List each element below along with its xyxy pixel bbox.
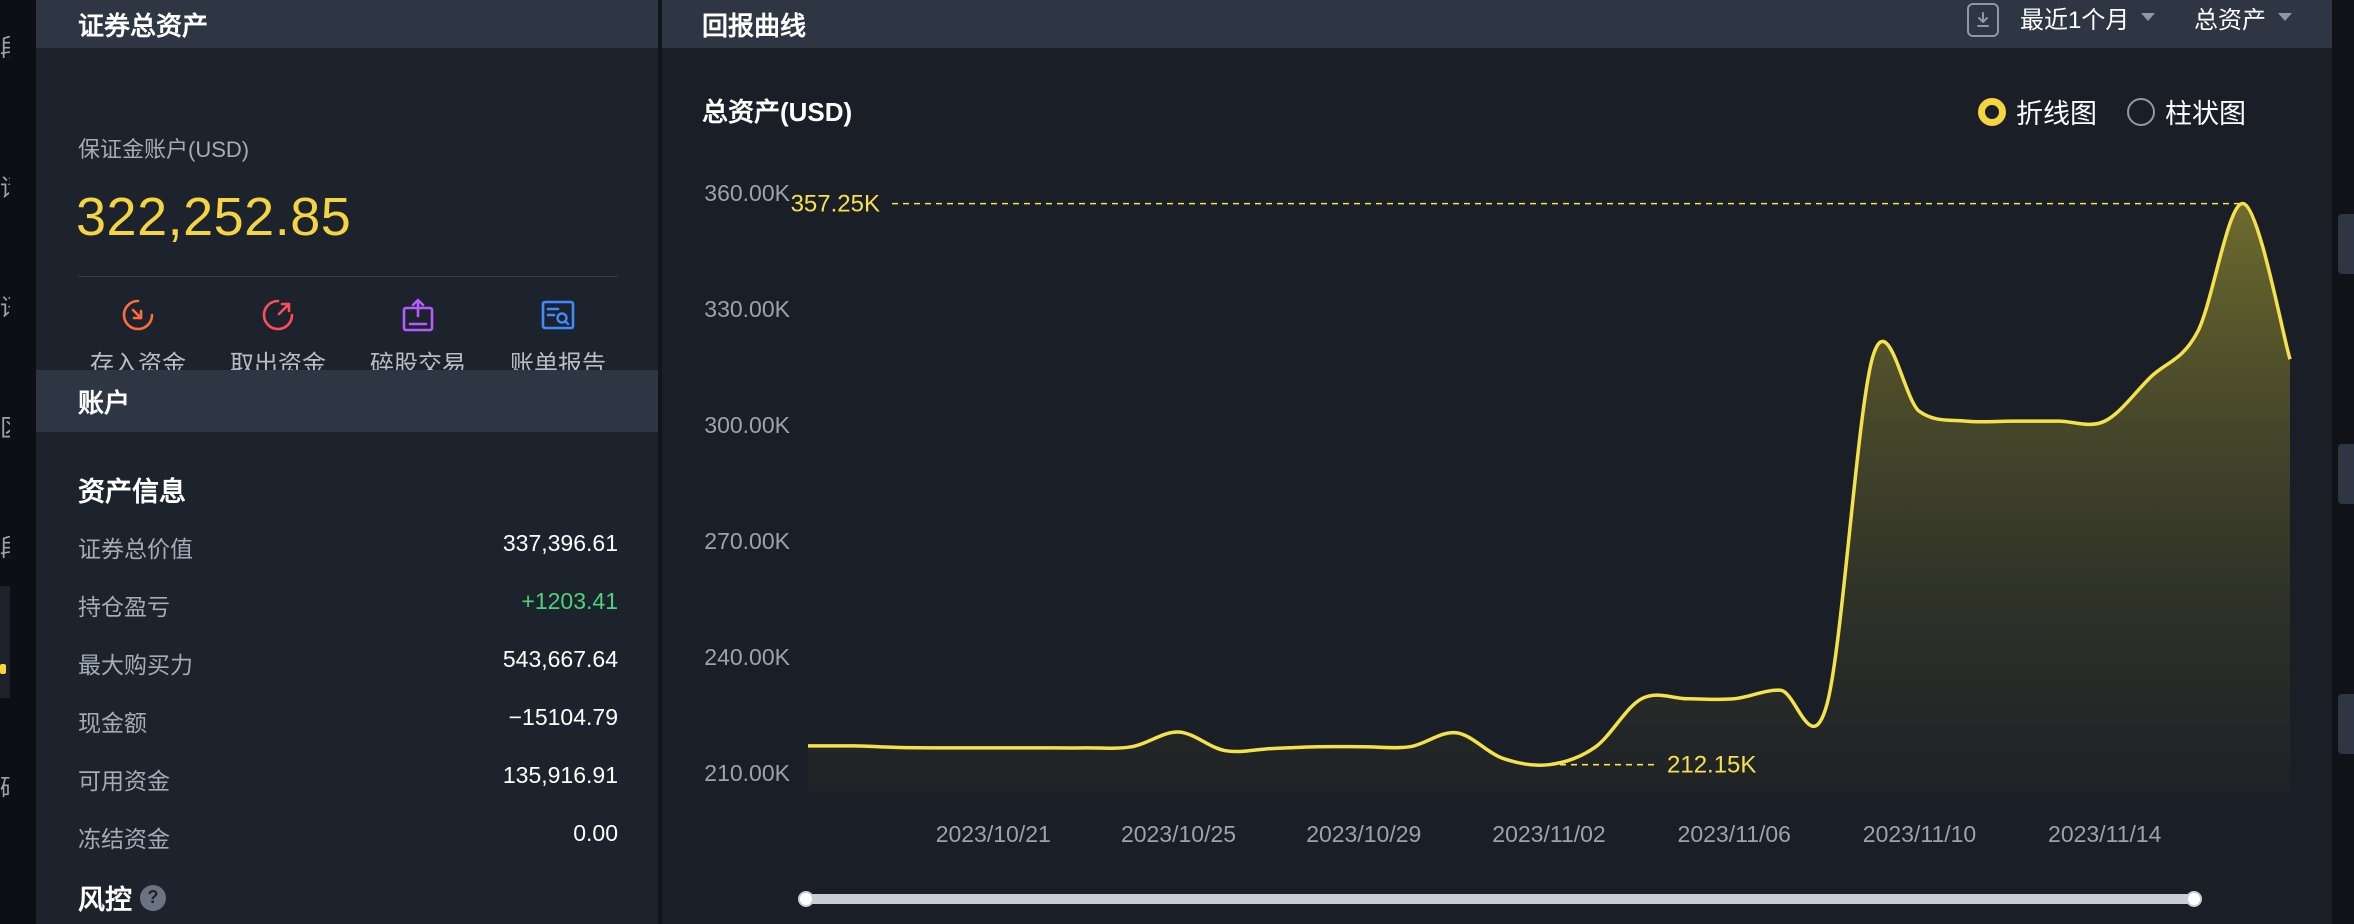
y-tick-label: 240.00K	[704, 644, 790, 670]
help-icon[interactable]: ?	[140, 884, 166, 911]
edge-tab[interactable]	[2338, 444, 2354, 504]
asset-row: 最大购买力 543,667.64	[78, 646, 618, 680]
asset-row-label: 持仓盈亏	[78, 594, 170, 620]
fractional-trade-icon	[402, 298, 434, 332]
asset-row: 现金额 −15104.79	[78, 704, 618, 738]
asset-row: 证券总价值 337,396.61	[78, 530, 618, 564]
y-tick-label: 300.00K	[704, 412, 790, 438]
x-tick-label: 2023/11/06	[1678, 821, 1791, 847]
account-header-title: 账户	[78, 387, 131, 418]
margin-account-card: 保证金账户(USD) 322,252.85 存入资金 取出资金 碎股交易 账单报…	[36, 48, 658, 414]
x-tick-label: 2023/10/29	[1306, 821, 1421, 847]
fractional-trade-button[interactable]: 碎股交易	[358, 296, 478, 379]
y-tick-label: 360.00K	[704, 180, 790, 206]
y-tick-label: 270.00K	[704, 528, 790, 554]
fund-actions: 存入资金 取出资金 碎股交易 账单报告	[78, 296, 618, 379]
assets-header: 证券总资产	[36, 0, 658, 48]
y-tick-label: 330.00K	[704, 296, 790, 322]
max-value-label: 357.25K	[791, 191, 880, 218]
asset-row-label: 冻结资金	[78, 826, 170, 852]
asset-row-value: 135,916.91	[502, 762, 618, 788]
nav-active-indicator	[0, 664, 6, 674]
asset-row-value: 0.00	[573, 820, 618, 846]
nav-item-6[interactable]: 码	[0, 776, 10, 802]
asset-row-label: 最大购买力	[78, 652, 193, 678]
risk-control-title: 风控 ?	[78, 878, 166, 917]
min-value-label: 212.15K	[1667, 752, 1756, 779]
x-tick-label: 2023/11/10	[1863, 821, 1976, 847]
asset-row-value: 543,667.64	[502, 646, 618, 672]
x-tick-label: 2023/10/21	[936, 821, 1051, 847]
series-area	[808, 203, 2290, 793]
asset-row: 可用资金 135,916.91	[78, 762, 618, 796]
account-header: 账户	[36, 370, 658, 432]
nav-item-2[interactable]: 请	[0, 176, 10, 202]
total-assets-value: 322,252.85	[76, 187, 352, 247]
nav-item-5[interactable]: 段	[0, 536, 10, 562]
withdraw-button[interactable]: 取出资金	[218, 296, 338, 379]
nav-active-background	[0, 586, 10, 698]
account-type-label: 保证金账户(USD)	[78, 137, 250, 162]
statement-icon	[541, 300, 575, 330]
y-tick-label: 210.00K	[704, 760, 790, 786]
asset-info-title: 资产信息	[78, 477, 186, 507]
card-divider	[78, 276, 618, 277]
nav-item-1[interactable]: 段	[0, 36, 10, 62]
asset-row: 冻结资金 0.00	[78, 820, 618, 854]
withdraw-icon	[262, 299, 294, 331]
deposit-icon	[122, 299, 154, 331]
total-assets-chart: 210.00K 240.00K 270.00K 300.00K 330.00K 360.0…	[662, 0, 2332, 924]
edge-tab[interactable]	[2338, 214, 2354, 274]
nav-item-4[interactable]: 区	[0, 416, 10, 442]
asset-row-value: −15104.79	[508, 704, 618, 730]
range-slider-handle-start[interactable]	[798, 891, 814, 907]
statement-button[interactable]: 账单报告	[498, 296, 618, 379]
account-section: 账户 资产信息 证券总价值 337,396.61 持仓盈亏 +1203.41 最…	[36, 370, 658, 924]
returns-panel: 回报曲线 最近1个月 总资产 总资产(USD) 折线图 柱状图 210.00K …	[662, 0, 2332, 924]
asset-row-value: +1203.41	[521, 588, 618, 614]
nav-item-3[interactable]: 讯	[0, 296, 10, 322]
right-edge-strip	[2332, 0, 2354, 924]
x-tick-label: 2023/11/14	[2048, 821, 2162, 847]
range-slider-handle-end[interactable]	[2186, 891, 2202, 907]
asset-row-label: 可用资金	[78, 768, 170, 794]
asset-row-label: 现金额	[78, 710, 147, 736]
deposit-button[interactable]: 存入资金	[78, 296, 198, 379]
x-tick-label: 2023/11/02	[1492, 821, 1605, 847]
assets-header-title: 证券总资产	[78, 10, 209, 41]
assets-panel: 证券总资产 保证金账户(USD) 322,252.85 存入资金 取出资金 碎股…	[36, 0, 658, 924]
total-assets-chart-svg: 210.00K 240.00K 270.00K 300.00K 330.00K 360.0…	[704, 180, 2292, 907]
risk-control-label: 风控	[78, 885, 132, 915]
asset-row: 持仓盈亏 +1203.41	[78, 588, 618, 622]
asset-row-label: 证券总价值	[78, 536, 193, 562]
asset-row-value: 337,396.61	[502, 530, 618, 556]
edge-tab[interactable]	[2338, 694, 2354, 754]
x-tick-label: 2023/10/25	[1121, 821, 1236, 847]
left-nav-rail: 段 请 讯 区 段 码	[0, 0, 36, 924]
